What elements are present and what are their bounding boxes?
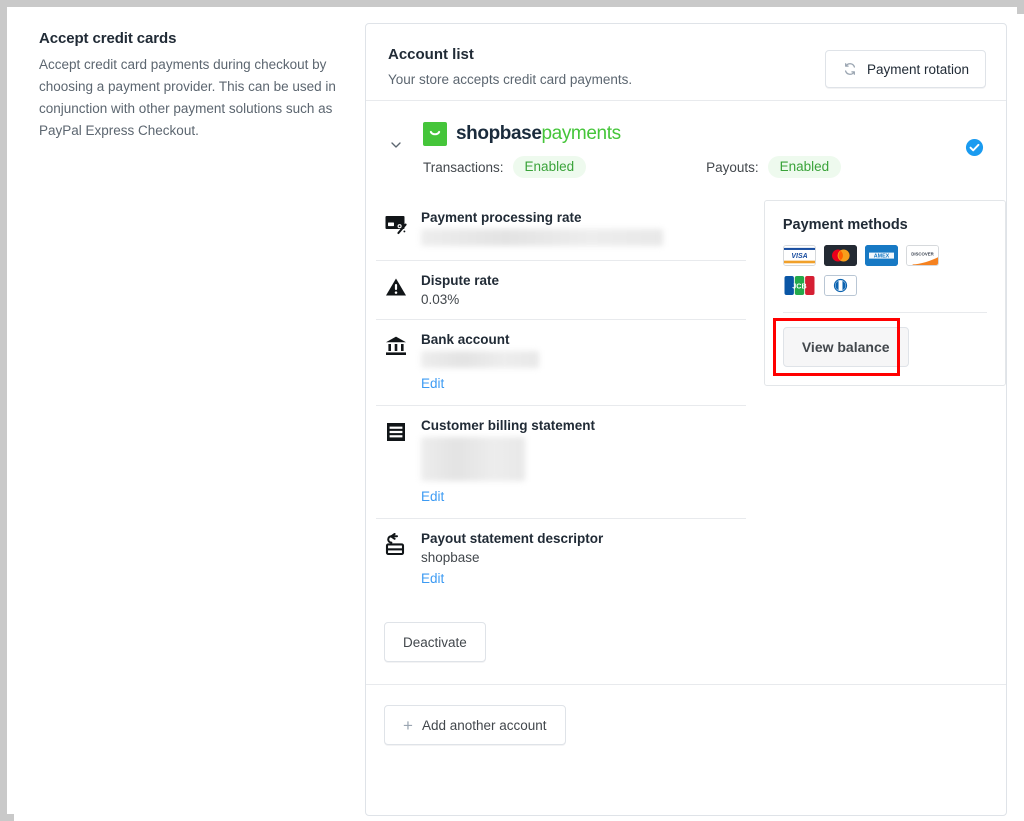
account-status-row: Transactions: Enabled Payouts: Enabled xyxy=(423,138,984,178)
bank-icon xyxy=(384,334,408,358)
detail-row: Payment processing rate xyxy=(376,198,746,261)
card-percent-icon xyxy=(384,212,408,236)
deactivate-button[interactable]: Deactivate xyxy=(384,622,486,662)
card-footer: + Add another account xyxy=(366,685,1006,745)
deactivate-area: Deactivate xyxy=(366,600,1006,684)
detail-title: Payment processing rate xyxy=(421,210,582,225)
edit-bank-account-link[interactable]: Edit xyxy=(421,376,444,391)
card-header: Account list Your store accepts credit c… xyxy=(366,24,1006,100)
warning-triangle-icon xyxy=(384,275,408,299)
account-body: Payment processing rate Dispute rate 0.0… xyxy=(366,198,1006,600)
account-item: shopbasepayments Transactions: Enabled P… xyxy=(366,101,1006,684)
detail-value: shopbase xyxy=(421,550,480,565)
svg-text:DISCΟVER: DISCΟVER xyxy=(911,252,934,257)
brand-name: shopbasepayments xyxy=(456,123,621,145)
visa-card-icon: VISA xyxy=(782,245,816,266)
shopbase-payments-brand: shopbasepayments xyxy=(423,121,984,147)
rotate-icon xyxy=(842,61,858,77)
detail-title: Payout statement descriptor xyxy=(421,531,604,546)
detail-row: Dispute rate 0.03% xyxy=(376,261,746,320)
account-header: shopbasepayments Transactions: Enabled P… xyxy=(366,115,1006,184)
shopbase-logo-icon xyxy=(423,122,447,146)
amex-card-icon: AMEX xyxy=(864,245,898,266)
payment-methods-title: Payment methods xyxy=(782,217,908,233)
discover-card-icon: DISCΟVER xyxy=(905,245,939,266)
receipt-icon xyxy=(384,420,408,444)
transactions-label: Transactions: xyxy=(423,159,504,175)
detail-row: Bank account Edit xyxy=(376,320,746,406)
methods-divider xyxy=(782,312,987,313)
verified-check-icon xyxy=(965,138,984,157)
diners-club-card-icon xyxy=(823,275,857,296)
section-description-text: Accept credit card payments during check… xyxy=(39,57,336,138)
detail-title: Dispute rate xyxy=(421,273,500,288)
jcb-card-icon: JCB xyxy=(782,275,816,296)
payouts-status-badge: Enabled xyxy=(767,156,842,178)
add-another-account-button[interactable]: + Add another account xyxy=(384,705,566,745)
payouts-label: Payouts: xyxy=(706,159,759,175)
payout-card-icon xyxy=(384,533,408,557)
chevron-down-icon[interactable] xyxy=(388,137,404,153)
page-content: Accept credit cards Accept credit card p… xyxy=(14,14,1024,821)
detail-value: 0.03% xyxy=(421,292,460,307)
payment-methods-panel: Payment methods VISA AMEX DISCΟVER JCB V… xyxy=(763,200,1006,386)
svg-text:JCB: JCB xyxy=(792,281,806,290)
mastercard-card-icon xyxy=(823,245,857,266)
account-details-list: Payment processing rate Dispute rate 0.0… xyxy=(366,198,746,600)
detail-title: Bank account xyxy=(421,332,510,347)
svg-text:AMEX: AMEX xyxy=(874,253,890,259)
payment-rotation-button[interactable]: Payment rotation xyxy=(824,50,986,88)
view-balance-button[interactable]: View balance xyxy=(782,327,909,367)
brand-name-bold: shopbase xyxy=(456,123,542,144)
transactions-status-badge: Enabled xyxy=(512,156,587,178)
screenshot-frame: Accept credit cards Accept credit card p… xyxy=(0,0,1024,821)
add-another-account-label: Add another account xyxy=(421,717,547,733)
payment-rotation-label: Payment rotation xyxy=(866,61,969,77)
detail-title: Customer billing statement xyxy=(421,418,596,433)
detail-row: Customer billing statement Edit xyxy=(376,406,746,519)
account-list-card: Account list Your store accepts credit c… xyxy=(365,23,1007,816)
brand-name-light: payments xyxy=(541,123,622,144)
redacted-value xyxy=(421,351,539,368)
redacted-value xyxy=(421,229,663,246)
edit-billing-statement-link[interactable]: Edit xyxy=(421,489,444,504)
detail-row: Payout statement descriptor shopbase Edi… xyxy=(376,519,746,600)
section-description: Accept credit cards Accept credit card p… xyxy=(39,30,359,142)
svg-text:VISA: VISA xyxy=(791,253,807,260)
redacted-value xyxy=(421,437,525,481)
view-balance-area: View balance xyxy=(772,318,987,376)
card-brand-list: VISA AMEX DISCΟVER JCB xyxy=(782,245,963,296)
page-title: Accept credit cards xyxy=(39,30,177,47)
edit-payout-descriptor-link[interactable]: Edit xyxy=(421,571,444,586)
plus-icon: + xyxy=(403,715,413,735)
